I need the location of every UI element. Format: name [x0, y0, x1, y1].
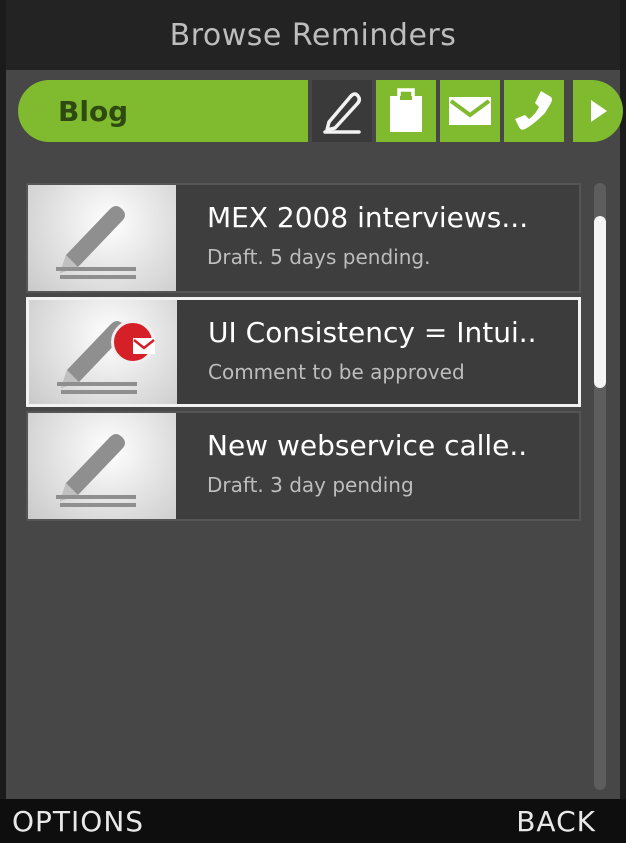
bezel-left [0, 0, 6, 843]
envelope-icon [449, 97, 491, 125]
reminder-title: New webservice calle.. [207, 429, 528, 462]
pen-icon [56, 434, 136, 507]
tab-phone[interactable] [504, 80, 564, 142]
reminder-title: MEX 2008 interviews... [207, 201, 529, 234]
reminder-status: Comment to be approved [208, 360, 465, 384]
envelope-icon [133, 338, 155, 354]
reminder-title: UI Consistency = Intui.. [208, 316, 537, 349]
reminder-list: MEX 2008 interviews... Draft. 5 days pen… [26, 183, 581, 525]
tab-blog[interactable]: Blog [18, 80, 308, 142]
tab-scroll-right[interactable] [573, 80, 623, 142]
reminder-status: Draft. 5 days pending. [207, 245, 431, 269]
arrow-right-icon [591, 100, 607, 122]
title-bar: Browse Reminders [6, 0, 620, 70]
tab-blog-label: Blog [58, 94, 129, 128]
pen-icon [56, 206, 136, 279]
reminder-thumbnail [28, 413, 176, 519]
reminder-item[interactable]: New webservice calle.. Draft. 3 day pend… [26, 411, 581, 521]
page-title: Browse Reminders [169, 17, 457, 53]
tab-clipboard[interactable] [376, 80, 436, 142]
back-softkey[interactable]: BACK [516, 805, 596, 838]
phone-screen: Browse Reminders Blog MEX 2008 interview… [0, 0, 626, 843]
clipboard-icon [390, 88, 422, 132]
tab-envelope[interactable] [440, 80, 500, 142]
reminder-thumbnail [29, 300, 177, 404]
mail-badge [111, 320, 155, 364]
phone-icon [515, 91, 552, 130]
reminder-thumbnail [28, 185, 176, 291]
softkey-bar: OPTIONS BACK [0, 799, 626, 843]
scrollbar-thumb[interactable] [594, 216, 606, 388]
pen-icon [323, 92, 362, 134]
category-tabbar: Blog [18, 80, 624, 142]
options-softkey[interactable]: OPTIONS [12, 805, 144, 838]
reminder-item-selected[interactable]: UI Consistency = Intui.. Comment to be a… [26, 297, 581, 407]
tab-pen[interactable] [312, 80, 372, 142]
reminder-status: Draft. 3 day pending [207, 473, 414, 497]
reminder-item[interactable]: MEX 2008 interviews... Draft. 5 days pen… [26, 183, 581, 293]
